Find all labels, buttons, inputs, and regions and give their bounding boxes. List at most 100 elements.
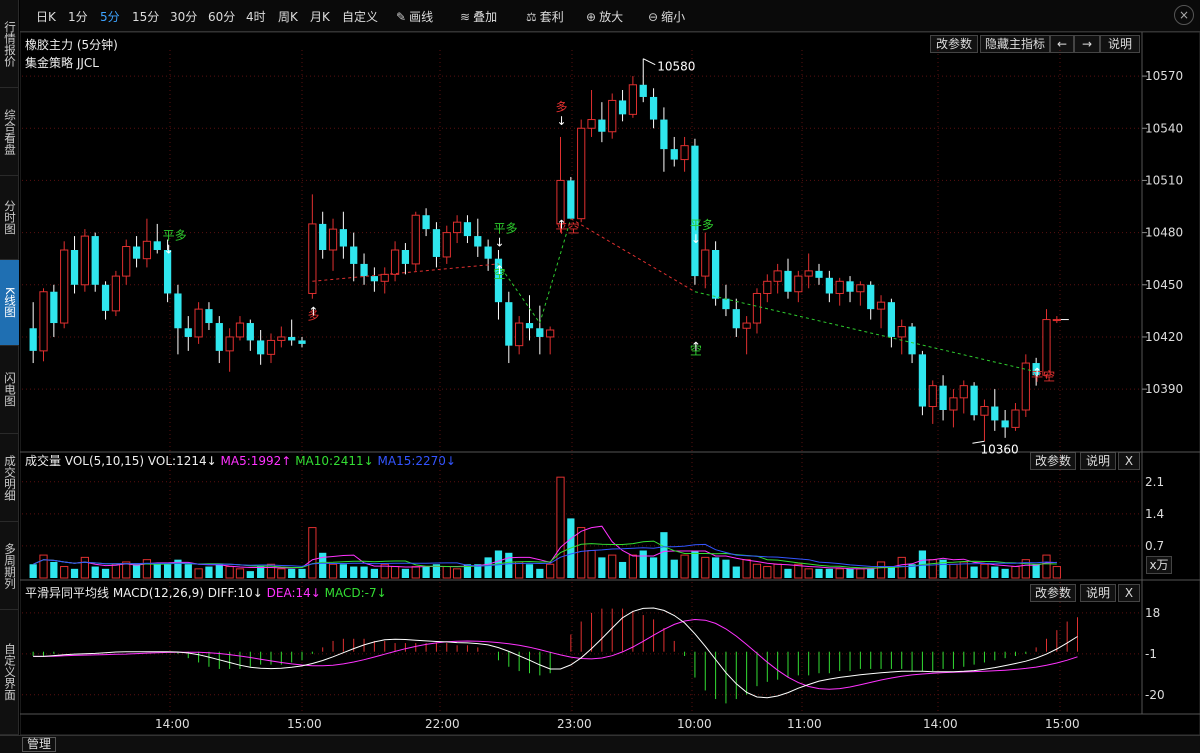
candle-down xyxy=(732,309,740,329)
volume-bar-up xyxy=(701,556,710,579)
candle-up xyxy=(308,223,317,294)
volume-bar-up xyxy=(111,563,121,579)
candle-up xyxy=(876,301,886,310)
candle-down xyxy=(484,246,492,259)
volume-bar-down xyxy=(246,571,254,578)
volume-bar-down xyxy=(825,568,833,578)
volume-bar-down xyxy=(887,566,896,578)
chart-area[interactable]: 10570 10540 10510 10480 10450 10420 10390 14:00… xyxy=(20,32,1200,735)
volume-bar-down xyxy=(101,568,110,578)
close-icon[interactable]: × xyxy=(1174,5,1194,25)
volume-bar-up xyxy=(980,563,989,579)
volume-bar-up xyxy=(949,563,958,579)
sidebar-tab-quotes[interactable]: 行情报价 xyxy=(0,0,19,88)
candle-up xyxy=(277,336,286,341)
sidebar-tab-timeshare[interactable]: 分时图 xyxy=(0,176,19,260)
volume-bar-up xyxy=(628,554,638,579)
volume-bar-up xyxy=(308,527,317,579)
time-axis-label: 14:00 xyxy=(155,717,190,731)
volume-bar-down xyxy=(50,561,58,578)
candle-down xyxy=(257,340,265,355)
volume-bar-up xyxy=(556,476,565,579)
volume-bar-down xyxy=(1032,564,1040,578)
volume-bar-up xyxy=(680,554,689,579)
sidebar-tab-overview[interactable]: 综合看盘 xyxy=(0,88,19,176)
volume-bar-up xyxy=(587,550,596,579)
candle-down xyxy=(288,336,296,341)
volume-tick-label: 0.7 xyxy=(1145,539,1164,553)
volume-bar-down xyxy=(422,566,430,578)
candle-down xyxy=(867,284,875,310)
candle-down xyxy=(432,229,441,257)
candle-down xyxy=(618,100,627,115)
price-tick-label: 10390 xyxy=(1145,382,1183,396)
volume-bar-down xyxy=(639,550,647,578)
candle-down xyxy=(298,340,306,344)
volume-bar-down xyxy=(70,568,79,578)
volume-bar-down xyxy=(215,564,223,578)
arbitrage-button[interactable]: ⚖ 套利 xyxy=(526,8,564,25)
candle-down xyxy=(598,119,606,132)
volume-bar-down xyxy=(815,568,823,578)
candle-down xyxy=(918,354,927,407)
volume-bar-up xyxy=(1052,566,1061,579)
candle-up xyxy=(577,127,586,220)
period-60min[interactable]: 60分 xyxy=(208,8,235,25)
period-4h[interactable]: 4时 xyxy=(246,8,266,25)
candle-up xyxy=(587,119,596,129)
candle-up xyxy=(949,397,958,411)
candle-down xyxy=(639,84,647,97)
zoom-out-button[interactable]: ⊖ 缩小 xyxy=(648,8,685,25)
sidebar-tab-custom[interactable]: 自定义界面 xyxy=(0,610,19,735)
period-15min[interactable]: 15分 xyxy=(132,8,159,25)
volume-bar-down xyxy=(484,557,492,578)
candle-down xyxy=(153,241,161,250)
high-marker xyxy=(643,58,656,66)
volume-bar-down xyxy=(288,568,296,578)
volume-bar-down xyxy=(91,566,99,578)
period-week[interactable]: 周K xyxy=(278,8,298,25)
sidebar-tab-multiperiod[interactable]: 多周期列 xyxy=(0,522,19,610)
signal-trend-line xyxy=(694,291,1037,373)
volume-bar-up xyxy=(515,561,524,579)
sidebar-tab-lightning[interactable]: 闪电图 xyxy=(0,346,19,434)
period-day[interactable]: 日K xyxy=(36,8,56,25)
volume-bar-up xyxy=(235,568,245,579)
macd-diff-line xyxy=(33,607,1078,699)
volume-bar-up xyxy=(742,559,751,579)
zoom-in-button[interactable]: ⊕ 放大 xyxy=(586,8,623,25)
candle-down xyxy=(691,145,699,277)
volume-bar-down xyxy=(339,564,347,578)
signal-label: 平多 xyxy=(163,229,187,243)
volume-bar-up xyxy=(442,566,451,579)
signal-arrow-icon: ↓ xyxy=(557,114,567,128)
signal-arrow-icon: ↓ xyxy=(691,232,701,246)
volume-bar-down xyxy=(691,550,699,578)
signal-arrow-icon: ↑ xyxy=(557,218,567,232)
volume-bar-down xyxy=(598,557,606,578)
candle-down xyxy=(722,298,730,310)
overlay-button[interactable]: ≋ 叠加 xyxy=(460,8,497,25)
candle-up xyxy=(959,385,968,399)
period-month[interactable]: 月K xyxy=(310,8,330,25)
period-30min[interactable]: 30分 xyxy=(170,8,197,25)
time-axis-label: 15:00 xyxy=(1045,717,1080,731)
draw-line-button[interactable]: ✎ 画线 xyxy=(396,8,433,25)
volume-bar-up xyxy=(390,566,400,579)
period-custom[interactable]: 自定义 xyxy=(342,8,378,25)
sidebar-tab-trades[interactable]: 成交明细 xyxy=(0,434,19,522)
zoom-in-icon: ⊕ xyxy=(586,10,597,24)
volume-bar-up xyxy=(194,568,203,579)
time-axis-label: 15:00 xyxy=(287,717,322,731)
volume-bar-down xyxy=(205,566,213,578)
sidebar: 行情报价 综合看盘 分时图 K线图 闪电图 成交明细 多周期列 自定义界面 xyxy=(0,0,19,735)
period-5min[interactable]: 5分 xyxy=(100,8,120,25)
volume-bar-down xyxy=(505,552,513,578)
sidebar-tab-kline[interactable]: K线图 xyxy=(0,260,19,346)
volume-bar-down xyxy=(153,564,161,578)
volume-bar-up xyxy=(876,561,886,579)
period-1min[interactable]: 1分 xyxy=(68,8,88,25)
manage-button[interactable]: 管理 xyxy=(22,737,57,752)
candle-up xyxy=(442,232,451,258)
candle-up xyxy=(122,246,131,277)
